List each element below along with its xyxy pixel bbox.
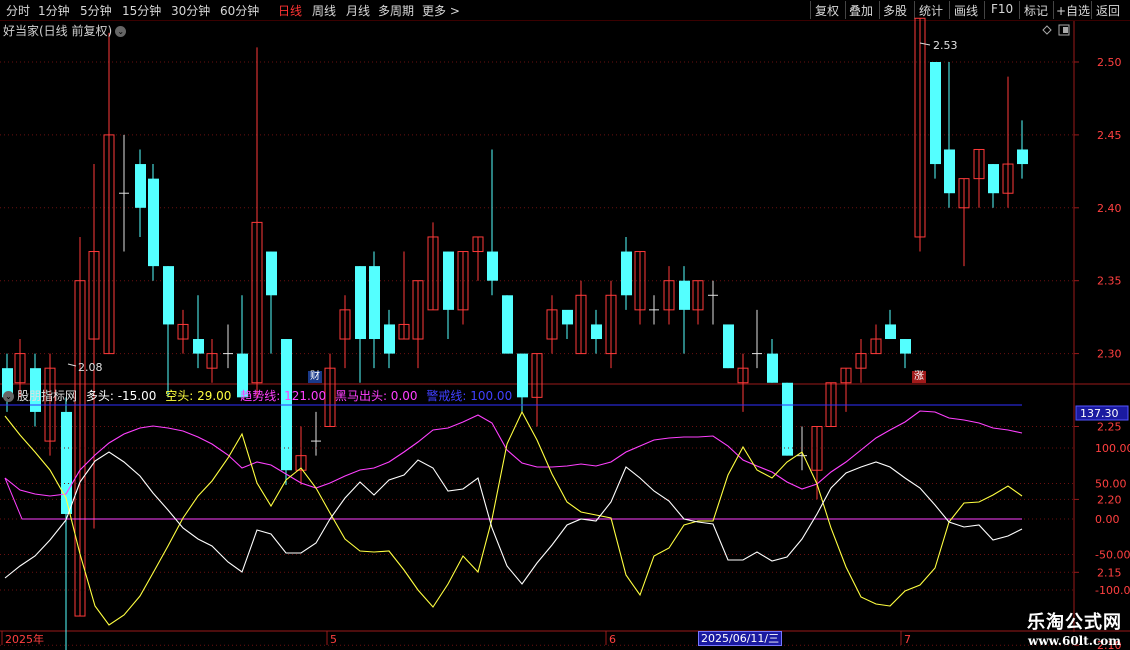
ind-tick-label: -100.0	[1095, 584, 1130, 597]
chevron-down-icon[interactable]: ⌄	[3, 391, 14, 402]
candle-body-down	[723, 324, 734, 369]
candle-body-down	[148, 178, 159, 267]
candle-body-down	[944, 149, 955, 194]
cursor-date-box: 2025/06/11/三	[698, 631, 783, 646]
indicator-lines	[0, 404, 1023, 626]
candlestick-series	[2, 17, 1028, 650]
ind-tick-label: 50.00	[1095, 478, 1127, 491]
watermark-title: 乐淘公式网	[1027, 612, 1122, 633]
ind-tick-label: -50.00	[1095, 549, 1130, 562]
chart-title: 好当家(日线 前复权) ⌄	[3, 22, 127, 39]
kline-chart-canvas[interactable]: 2.502.452.402.352.302.252.202.152.10 100…	[0, 0, 1130, 650]
heima-value: 黑马出头: 0.00	[334, 389, 418, 403]
price-tick-label: 2.15	[1097, 566, 1122, 579]
time-label: 5	[330, 633, 337, 646]
candle-body-down	[266, 251, 277, 296]
site-watermark: 乐淘公式网 www.60lt.com	[1027, 608, 1122, 648]
svg-text:2.08: 2.08	[78, 361, 103, 374]
alarm-value: 警戒线: 100.00	[426, 389, 513, 403]
duotou-value: 多头: -15.00	[85, 389, 157, 403]
candle-body-down	[621, 251, 632, 296]
time-label: 7	[904, 633, 911, 646]
low-marker: 2.08	[67, 361, 103, 374]
ind-tick-label: 100.00	[1095, 442, 1130, 455]
time-label: 6	[609, 633, 616, 646]
candle-body-down	[1017, 149, 1028, 165]
price-tick-label: 2.30	[1097, 348, 1122, 361]
candle-body-down	[517, 353, 528, 398]
candle-body-down	[193, 339, 204, 354]
chevron-down-icon[interactable]: ⌄	[115, 26, 127, 37]
price-tick-label: 2.50	[1097, 56, 1122, 69]
candle-body-down	[369, 266, 380, 340]
kongtou-value: 空头: 29.00	[165, 389, 232, 403]
price-tick-label: 2.45	[1097, 129, 1122, 142]
high-marker: 2.53	[919, 39, 958, 52]
trend-line	[4, 410, 1023, 497]
limit-up-tag[interactable]: 涨	[912, 371, 926, 383]
candle-body-down	[443, 251, 454, 310]
candle-body-down	[487, 251, 498, 281]
indicator-title: ⌄ 股朋指标网 多头: -15.00 空头: 29.00 趋势线: 121.00 …	[3, 387, 517, 404]
ind-tick-label: 0.00	[1095, 513, 1120, 526]
candle-body-down	[930, 62, 941, 165]
price-tick-label: 2.40	[1097, 202, 1122, 215]
indicator-name[interactable]: 股朋指标网	[17, 389, 77, 403]
candle-body-down	[885, 324, 896, 340]
candle-body-down	[591, 324, 602, 340]
candle-body-down	[384, 324, 395, 354]
candle-body-down	[900, 339, 911, 354]
price-tick-label: 2.35	[1097, 275, 1122, 288]
candle-body-down	[135, 164, 146, 208]
candle-body-down	[782, 382, 793, 456]
svg-text:2.53: 2.53	[933, 39, 958, 52]
price-tick-label: 2.25	[1097, 421, 1122, 434]
watermark-url: www.60lt.com	[1028, 634, 1121, 648]
candle-body-down	[988, 164, 999, 194]
candle-body-down	[163, 266, 174, 325]
finance-tag[interactable]: 财	[308, 371, 322, 383]
price-tick-label: 2.20	[1097, 493, 1122, 506]
stock-name-label: 好当家(日线 前复权)	[3, 24, 113, 38]
current-value-label: 137.30	[1080, 407, 1119, 420]
candle-body-down	[679, 280, 690, 310]
candle-body-down	[562, 309, 573, 325]
trend-value: 趋势线: 121.00	[240, 389, 327, 403]
candle-body-down	[355, 266, 366, 340]
candle-body-down	[767, 353, 778, 383]
candle-body-down	[502, 295, 513, 354]
time-label: 2025年	[5, 632, 44, 646]
panel-options-icon[interactable]	[1042, 24, 1070, 36]
